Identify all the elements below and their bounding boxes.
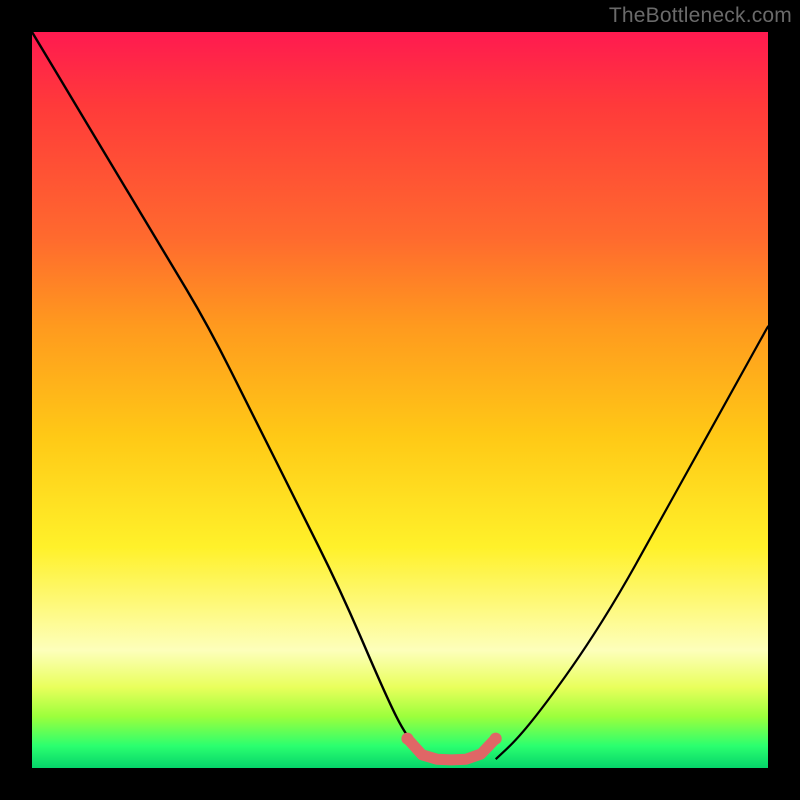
valley-highlight	[407, 739, 495, 760]
valley-dot-left	[401, 733, 413, 745]
valley-dot-right	[490, 733, 502, 745]
chart-frame: TheBottleneck.com	[0, 0, 800, 800]
left-curve	[32, 32, 429, 759]
curve-group	[32, 32, 768, 760]
right-curve	[496, 326, 768, 759]
chart-svg	[32, 32, 768, 768]
watermark-text: TheBottleneck.com	[609, 4, 792, 28]
plot-area	[32, 32, 768, 768]
